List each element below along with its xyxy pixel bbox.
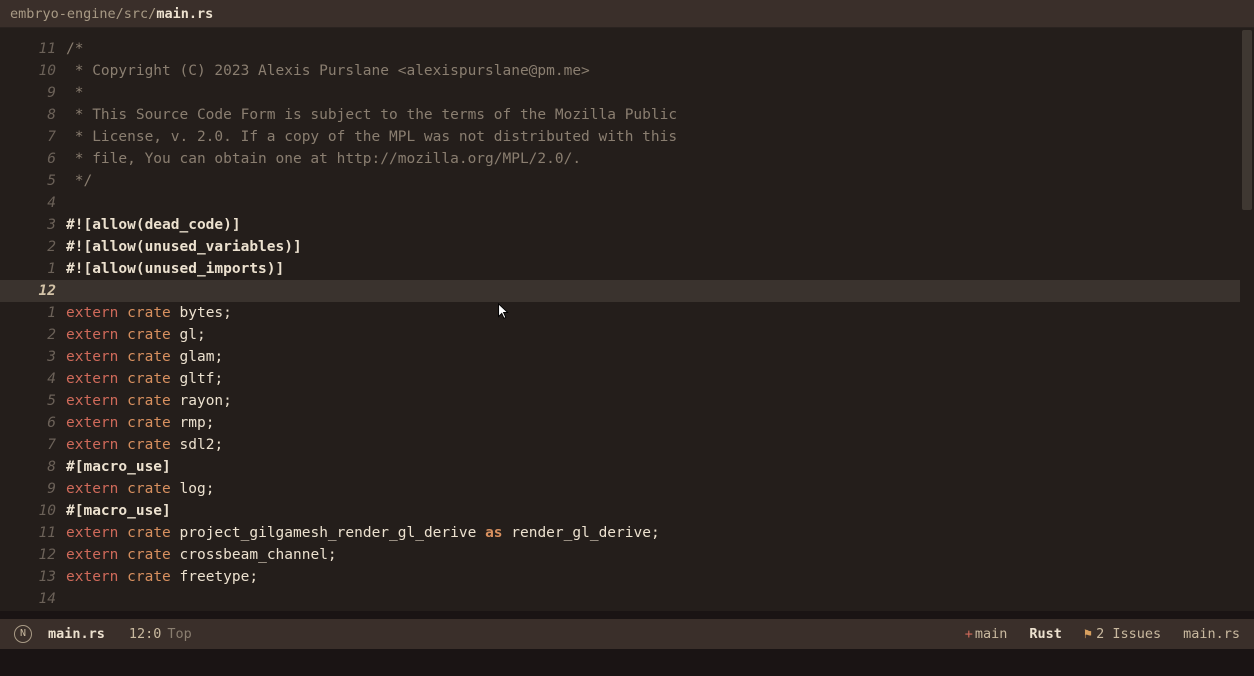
line-number: 2 (18, 324, 66, 346)
line-number: 11 (18, 522, 66, 544)
line-number: 14 (18, 588, 66, 610)
code-content[interactable]: extern crate bytes; (66, 302, 1254, 324)
code-line[interactable]: 6extern crate rmp; (18, 412, 1254, 434)
line-number: 7 (18, 126, 66, 148)
line-number: 1 (18, 302, 66, 324)
code-content[interactable]: #[macro_use] (66, 456, 1254, 478)
code-line[interactable]: 1extern crate bytes; (18, 302, 1254, 324)
breadcrumb[interactable]: embryo-engine/src/main.rs (0, 0, 1254, 28)
code-line[interactable]: 8#[macro_use] (18, 456, 1254, 478)
code-line[interactable]: 6 * file, You can obtain one at http://m… (18, 148, 1254, 170)
code-content[interactable]: extern crate sdl2; (66, 434, 1254, 456)
line-number: 8 (18, 456, 66, 478)
code-line[interactable]: 11extern crate project_gilgamesh_render_… (18, 522, 1254, 544)
line-number: 3 (18, 346, 66, 368)
line-number: 10 (18, 60, 66, 82)
line-number: 7 (18, 434, 66, 456)
line-number: 6 (18, 148, 66, 170)
status-right-file: main.rs (1183, 619, 1240, 649)
line-number: 2 (18, 236, 66, 258)
code-line[interactable]: 7extern crate sdl2; (18, 434, 1254, 456)
code-content[interactable]: extern crate rayon; (66, 390, 1254, 412)
code-content[interactable]: /* (66, 38, 1254, 60)
code-line[interactable]: 11/* (18, 38, 1254, 60)
code-content[interactable]: extern crate rmp; (66, 412, 1254, 434)
code-line[interactable]: 1#![allow(unused_imports)] (18, 258, 1254, 280)
code-line[interactable]: 13extern crate freetype; (18, 566, 1254, 588)
code-line[interactable]: 2#![allow(unused_variables)] (18, 236, 1254, 258)
code-content[interactable]: #![allow(unused_imports)] (66, 258, 1254, 280)
code-content[interactable]: */ (66, 170, 1254, 192)
code-line[interactable]: 9extern crate log; (18, 478, 1254, 500)
code-line[interactable]: 9 * (18, 82, 1254, 104)
status-bar: N main.rs 12:0 Top + main Rust ⚑ 2 Issue… (0, 619, 1254, 649)
line-number: 5 (18, 170, 66, 192)
code-line[interactable]: 5extern crate rayon; (18, 390, 1254, 412)
line-number: 1 (18, 258, 66, 280)
code-line[interactable]: 14 (18, 588, 1254, 610)
code-content[interactable]: * Copyright (C) 2023 Alexis Purslane <al… (66, 60, 1254, 82)
code-content[interactable]: extern crate gl; (66, 324, 1254, 346)
mode-indicator: N (14, 625, 32, 643)
language-mode[interactable]: Rust (1029, 619, 1062, 649)
flag-icon: ⚑ (1084, 619, 1092, 649)
line-number: 5 (18, 390, 66, 412)
line-number: 9 (18, 82, 66, 104)
breadcrumb-path: embryo-engine/src/ (10, 6, 156, 22)
issues-count[interactable]: 2 Issues (1096, 619, 1161, 649)
code-line[interactable]: 5 */ (18, 170, 1254, 192)
code-line[interactable]: 12extern crate crossbeam_channel; (18, 544, 1254, 566)
status-filename[interactable]: main.rs (48, 619, 105, 649)
line-number: 6 (18, 412, 66, 434)
code-line[interactable]: 10#[macro_use] (18, 500, 1254, 522)
breadcrumb-file: main.rs (156, 6, 213, 22)
code-content[interactable]: extern crate glam; (66, 346, 1254, 368)
code-content[interactable]: extern crate project_gilgamesh_render_gl… (66, 522, 1254, 544)
code-line-current[interactable]: 12 (0, 280, 1254, 302)
bottom-strip (0, 649, 1254, 676)
code-line[interactable]: 2extern crate gl; (18, 324, 1254, 346)
code-content[interactable]: extern crate freetype; (66, 566, 1254, 588)
code-line[interactable]: 3extern crate glam; (18, 346, 1254, 368)
code-content[interactable]: * This Source Code Form is subject to th… (66, 104, 1254, 126)
scrollbar-thumb[interactable] (1242, 30, 1252, 210)
code-line[interactable]: 3#![allow(dead_code)] (18, 214, 1254, 236)
code-line[interactable]: 4 (18, 192, 1254, 214)
code-line[interactable]: 7 * License, v. 2.0. If a copy of the MP… (18, 126, 1254, 148)
line-number: 8 (18, 104, 66, 126)
line-number: 3 (18, 214, 66, 236)
line-number: 10 (18, 500, 66, 522)
status-scroll: Top (167, 619, 191, 649)
code-line[interactable]: 10 * Copyright (C) 2023 Alexis Purslane … (18, 60, 1254, 82)
line-number: 4 (18, 192, 66, 214)
line-number: 13 (18, 566, 66, 588)
line-number: 12 (18, 280, 66, 302)
status-position: 12:0 (129, 619, 162, 649)
code-editor[interactable]: 11/*10 * Copyright (C) 2023 Alexis Pursl… (0, 28, 1254, 611)
code-content[interactable]: extern crate crossbeam_channel; (66, 544, 1254, 566)
code-content[interactable]: #![allow(unused_variables)] (66, 236, 1254, 258)
line-number: 11 (18, 38, 66, 60)
code-content[interactable]: * License, v. 2.0. If a copy of the MPL … (66, 126, 1254, 148)
code-content[interactable]: #[macro_use] (66, 500, 1254, 522)
code-content[interactable]: extern crate log; (66, 478, 1254, 500)
git-branch[interactable]: main (975, 619, 1008, 649)
vcs-dirty-icon: + (965, 619, 973, 649)
line-number: 9 (18, 478, 66, 500)
scrollbar-track[interactable] (1240, 28, 1254, 611)
code-content[interactable]: extern crate gltf; (66, 368, 1254, 390)
code-content[interactable]: * (66, 82, 1254, 104)
line-number: 4 (18, 368, 66, 390)
line-number: 12 (18, 544, 66, 566)
code-line[interactable]: 4extern crate gltf; (18, 368, 1254, 390)
code-line[interactable]: 8 * This Source Code Form is subject to … (18, 104, 1254, 126)
code-content[interactable]: * file, You can obtain one at http://moz… (66, 148, 1254, 170)
code-content[interactable]: #![allow(dead_code)] (66, 214, 1254, 236)
